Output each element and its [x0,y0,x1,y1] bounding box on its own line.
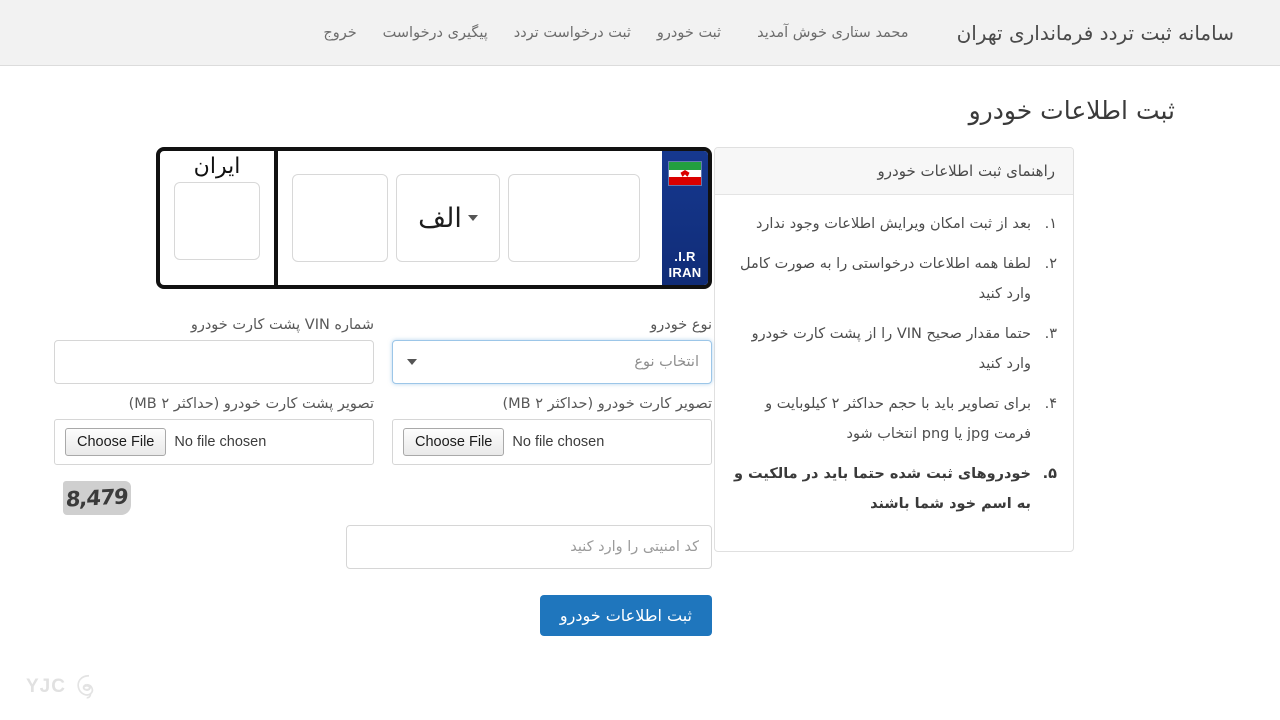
vehicle-type-select[interactable]: انتخاب نوع [392,340,712,384]
iran-flag-icon [668,161,702,186]
vin-label: شماره VIN پشت کارت خودرو [190,317,374,333]
yjc-watermark: YJC [26,672,104,702]
field-vehicle-type: نوع خودرو انتخاب نوع [392,317,712,384]
guide-list-item: ۳. حتما مقدار صحیح VIN را از پشت کارت خو… [729,319,1057,379]
guide-item-number: ۳. [1044,326,1057,342]
guide-list-item: ۴. برای تصاویر باید با حجم حداکثر ۲ کیلو… [729,389,1057,449]
nav-item-register-transit-request[interactable]: ثبت درخواست تردد [514,25,631,41]
card-back-file-status: No file chosen [174,434,267,450]
guide-item-number: ۴. [1044,396,1057,412]
guide-item-number: ۱. [1044,216,1057,232]
page-title: ثبت اطلاعات خودرو [968,96,1175,125]
navbar-inner: سامانه ثبت تردد فرمانداری تهران محمد ستا… [0,21,1240,45]
nav-item-logout[interactable]: خروج [323,25,356,41]
vehicle-type-label: نوع خودرو [650,317,712,333]
guide-item-text: لطفا همه اطلاعات درخواستی را به صورت کام… [740,256,1031,302]
nav-welcome-message: محمد ستاری خوش آمدید [757,24,909,41]
nav-item-track-request[interactable]: پیگیری درخواست [383,25,488,41]
chevron-down-icon [407,359,417,365]
nav-item-register-vehicle[interactable]: ثبت خودرو [657,25,721,41]
content-area: راهنمای ثبت اطلاعات خودرو ۱. بعد از ثبت … [0,125,1280,636]
card-front-choose-file-button[interactable]: Choose File [403,428,505,456]
field-vin: شماره VIN پشت کارت خودرو [54,317,374,384]
card-front-label: تصویر کارت خودرو (حداکثر ۲ MB) [502,396,712,412]
card-front-file-input[interactable]: Choose File No file chosen [392,419,712,465]
captcha-input-row [54,525,712,569]
captcha-code-text: 8,479 [65,484,129,512]
row-card-images: تصویر کارت خودرو (حداکثر ۲ MB) Choose Fi… [54,396,712,465]
vin-input[interactable] [54,340,374,384]
captcha-image[interactable]: 8,479 [63,481,131,515]
submit-vehicle-button[interactable]: ثبت اطلاعات خودرو [539,595,712,636]
guide-column: راهنمای ثبت اطلاعات خودرو ۱. بعد از ثبت … [712,147,1074,552]
top-navbar: سامانه ثبت تردد فرمانداری تهران محمد ستا… [0,0,1280,66]
plate-letter-value: الف [418,202,462,234]
guide-list-item: ۱. بعد از ثبت امکان ویرایش اطلاعات وجود … [729,209,1057,239]
guide-item-text: بعد از ثبت امکان ویرایش اطلاعات وجود ندا… [755,216,1031,232]
card-back-file-input[interactable]: Choose File No file chosen [54,419,374,465]
guide-panel: راهنمای ثبت اطلاعات خودرو ۱. بعد از ثبت … [714,147,1074,552]
guide-item-text: برای تصاویر باید با حجم حداکثر ۲ کیلوبای… [765,396,1031,442]
plate-three-digits-input[interactable] [508,174,640,262]
chevron-down-icon [467,215,478,221]
captcha-input[interactable] [346,525,712,569]
card-front-file-status: No file chosen [512,434,605,450]
guide-item-number: ۲. [1044,256,1057,272]
guide-list-item: ۵. خودروهای ثبت شده حتما باید در مالکیت … [729,459,1057,519]
guide-panel-body: ۱. بعد از ثبت امکان ویرایش اطلاعات وجود … [715,195,1073,551]
submit-row: ثبت اطلاعات خودرو [54,595,712,636]
yjc-watermark-text: YJC [26,676,66,697]
guide-item-text: حتما مقدار صحیح VIN را از پشت کارت خودرو… [751,326,1031,372]
field-card-back: تصویر پشت کارت خودرو (حداکثر ۲ MB) Choos… [54,396,374,465]
guide-panel-title: راهنمای ثبت اطلاعات خودرو [715,148,1073,195]
guide-item-text: خودروهای ثبت شده حتما باید در مالکیت و ب… [734,466,1031,512]
vehicle-type-selected-value: انتخاب نوع [634,354,699,370]
nav-links: محمد ستاری خوش آمدید ثبت خودرو ثبت درخوا… [323,25,908,41]
yjc-logo-icon [77,674,94,699]
plate-region-code-input[interactable] [174,182,260,260]
plate-first-two-digits-input[interactable] [292,174,388,262]
plate-region-section: ایران [160,151,278,285]
field-card-front: تصویر کارت خودرو (حداکثر ۲ MB) Choose Fi… [392,396,712,465]
site-brand[interactable]: سامانه ثبت تردد فرمانداری تهران [957,21,1234,45]
guide-list: ۱. بعد از ثبت امکان ویرایش اطلاعات وجود … [729,209,1057,519]
card-back-label: تصویر پشت کارت خودرو (حداکثر ۲ MB) [128,396,374,412]
guide-list-item: ۲. لطفا همه اطلاعات درخواستی را به صورت … [729,249,1057,309]
plate-iran-label: ایران [193,154,241,179]
plate-country-code: I.R. IRAN [668,249,702,280]
plate-letter-select[interactable]: الف [396,174,500,262]
plate-fields: الف [278,151,662,285]
license-plate-widget: I.R. IRAN الف ایران [156,147,712,289]
vehicle-form: I.R. IRAN الف ایران نوع خودرو انتخاب نوع… [40,147,712,636]
plate-country-strip: I.R. IRAN [662,151,708,285]
card-back-choose-file-button[interactable]: Choose File [65,428,167,456]
row-type-and-vin: نوع خودرو انتخاب نوع شماره VIN پشت کارت … [54,317,712,384]
captcha-section: 8,479 [54,481,712,569]
guide-item-number: ۵. [1042,466,1057,482]
